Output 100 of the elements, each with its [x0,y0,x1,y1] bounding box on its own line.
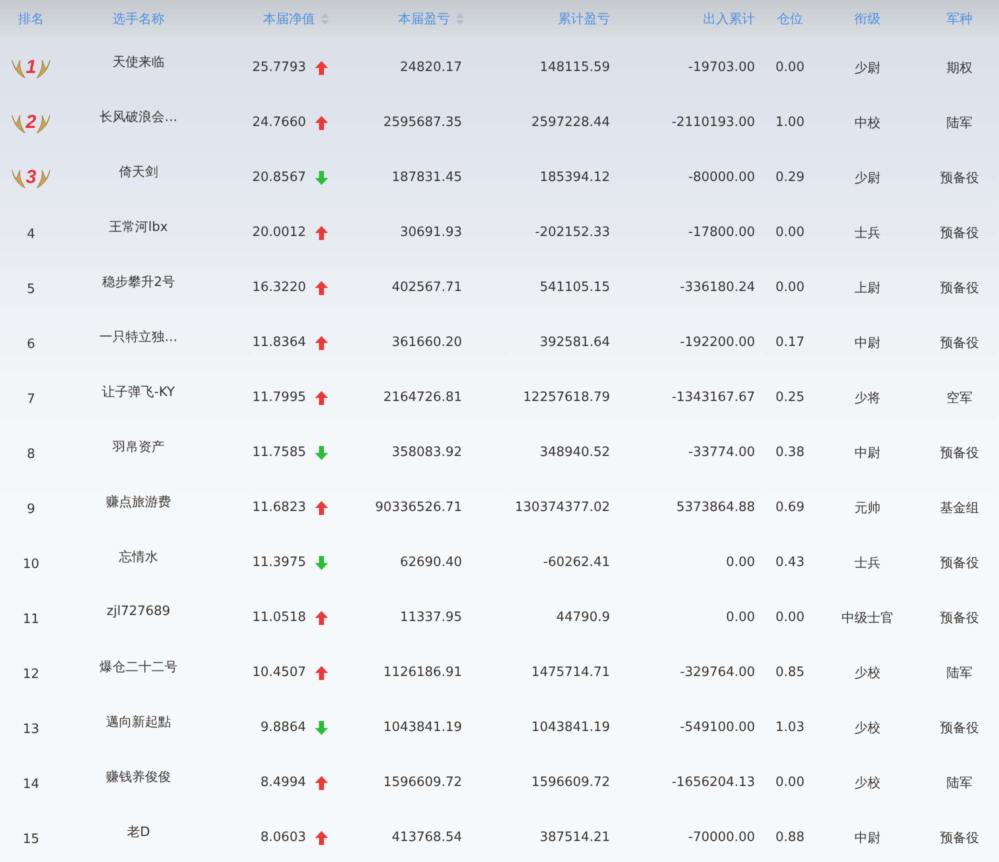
player-name: 邁向新起點 [105,714,172,730]
table-cell-text: 少校 [854,720,882,736]
net-value: 8.4994 [260,775,306,790]
table-cell-text: 0.38 [774,445,806,460]
table-cell-text: 空军 [946,390,974,406]
rank-number: 7 [26,392,36,407]
column-header: 本届净值 [263,11,315,28]
table-cell-text: 中级士官 [840,610,894,626]
table-cell-text: 24820.17 [398,60,463,75]
table-cell-text: 1596609.72 [530,775,611,790]
table-cell-text: 0.00 [774,610,806,625]
table-cell-text: 0.00 [774,225,806,240]
net-value: 25.7793 [252,60,306,75]
table-cell-text: 348940.52 [538,445,611,460]
table-cell-text: -17800.00 [687,225,756,240]
table-cell-text: 0.43 [774,555,806,570]
column-header: 衔级 [854,11,880,28]
table-cell-text: 90336526.71 [374,500,463,515]
table-cell-text: 基金组 [939,500,980,516]
net-value: 9.8864 [260,720,306,735]
table-cell-text: -1656204.13 [670,775,756,790]
table-cell-text: 陆军 [946,664,974,682]
rank-number: 10 [22,557,40,572]
table-cell-text: -549100.00 [679,720,756,735]
player-name: 让子弹飞-KY [101,384,176,400]
net-value: 11.8364 [252,335,306,350]
table-cell-text: 预备役 [939,720,980,736]
net-value: 20.0012 [252,225,306,240]
table-cell-text: -336180.24 [679,280,756,295]
column-header: 累计盈亏 [558,11,610,28]
table-cell-text: 士兵 [854,224,882,242]
player-name: 倚天剑 [118,164,159,180]
table-cell-text: 少将 [854,390,882,406]
rank-number: 13 [22,722,40,737]
column-header: 本届盈亏 [398,11,450,28]
table-cell-text: 402567.71 [390,280,463,295]
table-cell-text: 陆军 [946,114,974,132]
table-cell-text: 陆军 [946,774,974,792]
net-value: 8.0603 [260,830,306,845]
table-cell-text: 1475714.71 [530,665,611,680]
rank-medal: 1 [10,56,52,78]
net-value: 11.3975 [252,555,306,570]
net-value: 11.6823 [252,500,306,515]
table-cell-text: 1126186.91 [382,665,463,680]
sort-icon[interactable] [321,13,329,25]
rank-number: 15 [22,832,40,847]
table-cell-text: 0.00 [774,775,806,790]
table-cell-text: 少校 [854,774,882,792]
table-cell-text: 0.88 [774,830,806,845]
table-cell-text: 中尉 [854,444,882,462]
table-cell-text: 1043841.19 [382,720,463,735]
table-cell-text: 0.00 [725,610,756,625]
table-cell-text: 0.00 [725,555,756,570]
table-cell-text: 0.17 [774,335,806,350]
table-cell-text: 1596609.72 [382,775,463,790]
column-header: 仓位 [777,11,803,28]
table-cell-text: 361660.20 [390,335,463,350]
player-name: 赚点旅游费 [105,494,172,510]
net-value: 24.7660 [252,115,306,130]
table-cell-text: 期权 [946,60,974,76]
table-cell-text: 1043841.19 [530,720,611,735]
table-cell-text: 少校 [854,664,882,682]
table-cell-text: -2110193.00 [670,115,756,130]
net-value: 20.8567 [252,170,306,185]
rank-number: 8 [26,447,36,462]
table-cell-text: -33774.00 [687,445,756,460]
table-cell-text: 44790.9 [555,610,611,625]
sort-icon[interactable] [456,13,464,25]
rank-number: 12 [22,667,40,682]
column-header: 军种 [946,11,972,28]
player-name: 爆仓二十二号 [98,658,178,676]
column-header: 排名 [18,11,44,28]
player-name: 老D [126,824,151,840]
net-value: 16.3220 [252,280,306,295]
table-cell-text: 预备役 [939,334,980,352]
player-name: 忘情水 [118,548,159,566]
table-cell-text: 上尉 [854,280,882,296]
table-cell-text: 预备役 [939,554,980,572]
table-cell-text: -80000.00 [687,170,756,185]
table-cell-text: 413768.54 [390,830,463,845]
table-cell-text: 0.85 [774,665,806,680]
table-cell-text: 士兵 [854,554,882,572]
player-name: 长风破浪会… [98,108,178,126]
table-cell-text: -19703.00 [687,60,756,75]
rank-number: 6 [26,337,36,352]
table-cell-text: -202152.33 [534,225,611,240]
table-cell-text: 中尉 [854,830,882,846]
table-cell-text: 0.69 [774,500,806,515]
table-cell-text: -60262.41 [542,555,611,570]
table-cell-text: 387514.21 [538,830,611,845]
rank-number: 11 [22,612,40,627]
table-cell-text: 30691.93 [398,225,463,240]
net-value: 11.0518 [252,610,306,625]
rank-medal: 3 [10,166,52,188]
table-cell-text: 预备役 [939,610,980,626]
table-cell-text: -1343167.67 [670,390,756,405]
table-cell-text: 2164726.81 [382,390,463,405]
table-cell-text: 1.03 [774,720,806,735]
rank-number: 5 [26,282,36,297]
table-cell-text: 11337.95 [398,610,463,625]
